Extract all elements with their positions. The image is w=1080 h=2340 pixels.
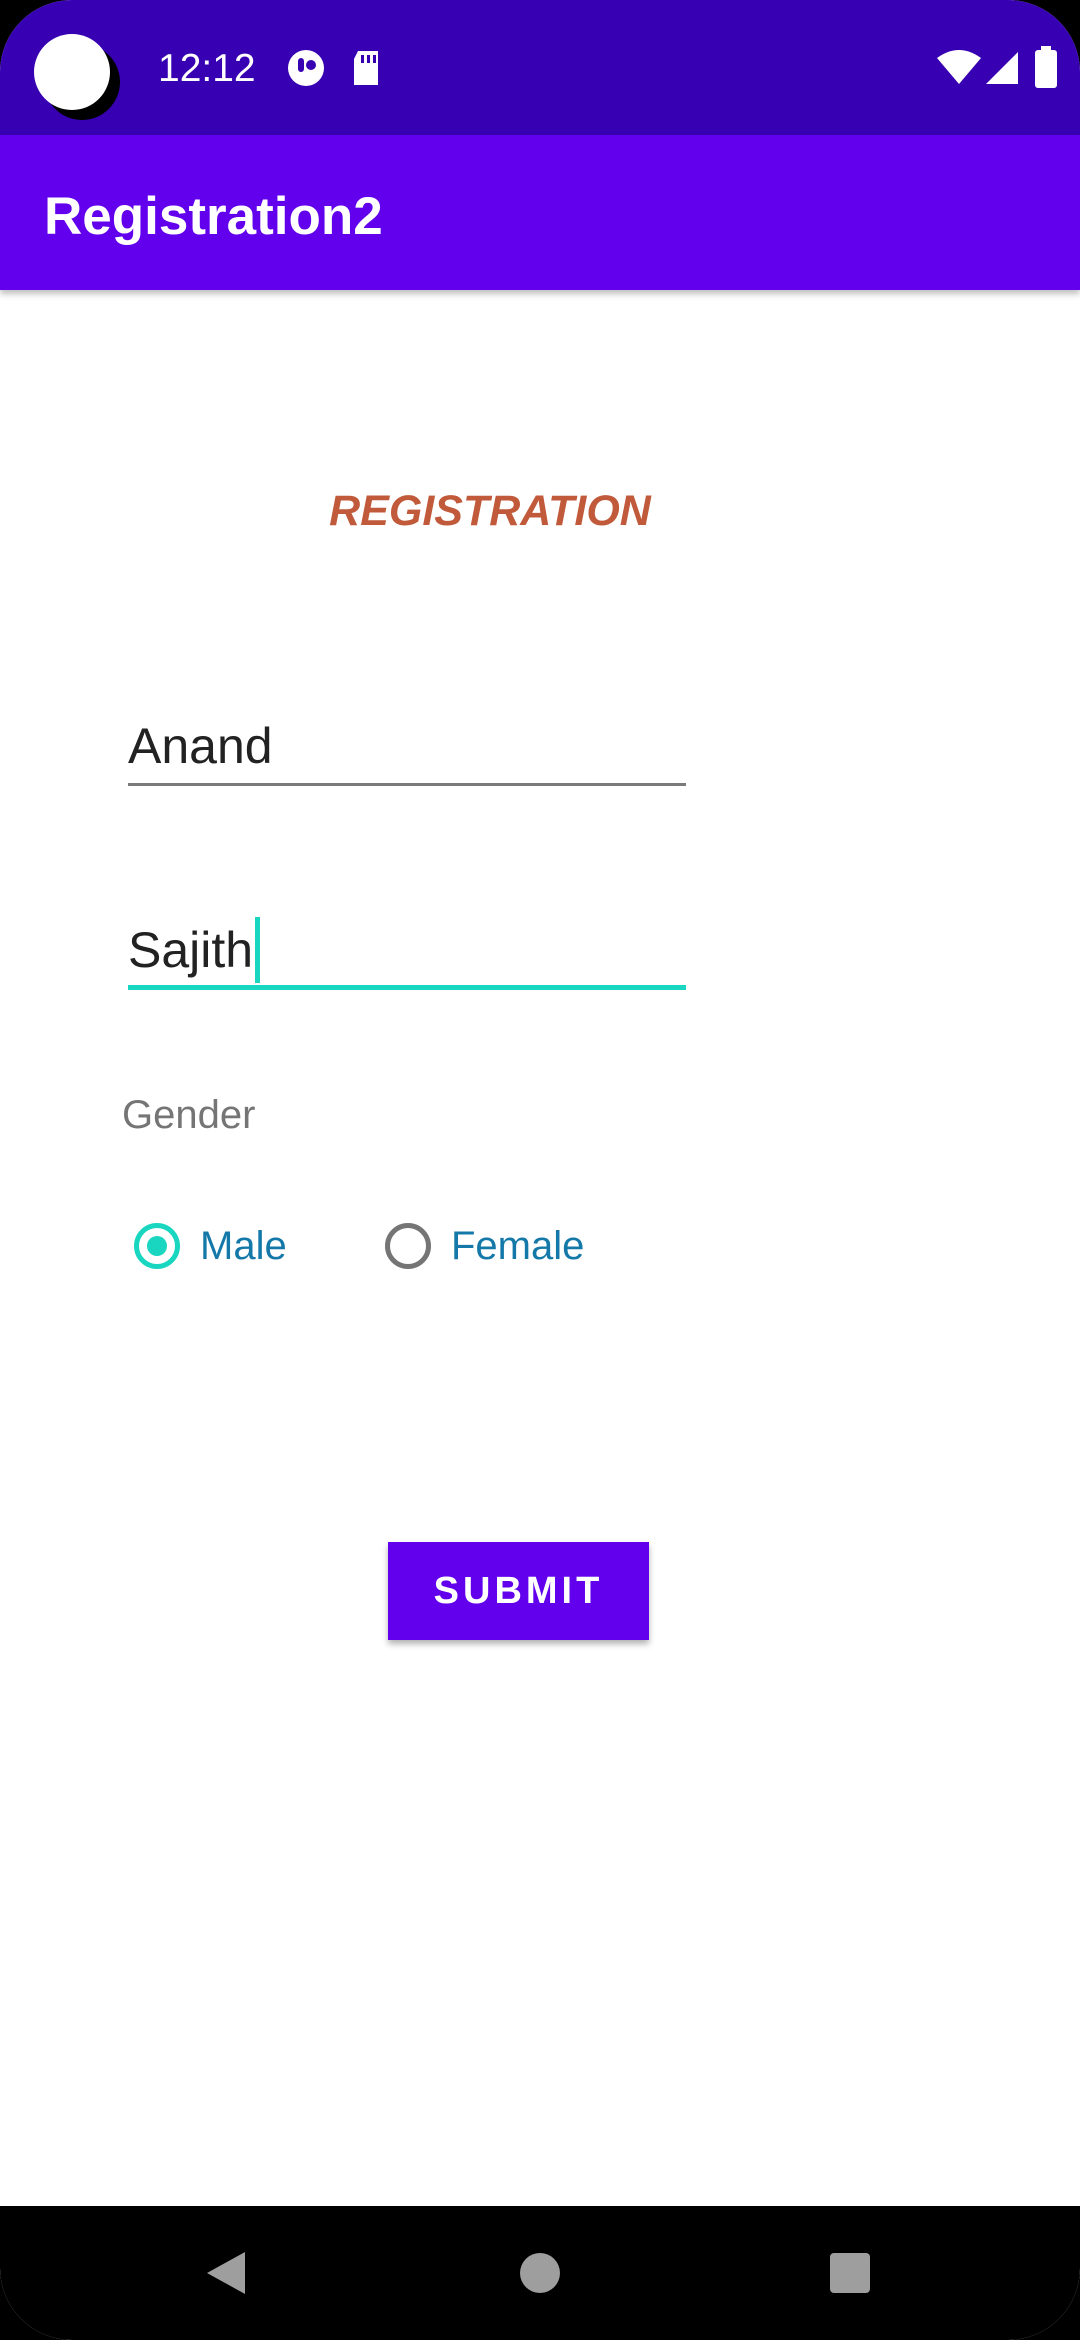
last-name-text-wrapper: Sajith — [128, 910, 261, 990]
last-name-value: Sajith — [128, 922, 254, 978]
field-underline-focused — [128, 985, 686, 990]
submit-button[interactable]: SUBMIT — [388, 1542, 649, 1640]
radio-dot — [147, 1236, 167, 1256]
cellular-signal-icon — [984, 50, 1020, 91]
app-screen: 12:12 Registration2 REGISTRATION Anand S… — [0, 0, 1080, 2340]
back-button[interactable] — [166, 2206, 286, 2340]
gender-option-label[interactable]: Male — [200, 1218, 287, 1274]
camera-cutout — [34, 34, 110, 110]
first-name-value: Anand — [128, 718, 273, 774]
gender-radio-male[interactable]: Male — [134, 1218, 287, 1274]
status-bar: 12:12 — [0, 0, 1080, 135]
recents-button[interactable] — [790, 2206, 910, 2340]
home-button[interactable] — [480, 2206, 600, 2340]
gender-radio-female[interactable]: Female — [385, 1218, 584, 1274]
last-name-field[interactable]: Sajith — [128, 910, 686, 990]
battery-icon — [1034, 46, 1058, 93]
status-time: 12:12 — [158, 47, 256, 90]
app-bar: Registration2 — [0, 135, 1080, 290]
navigation-bar — [0, 2206, 1080, 2340]
wifi-icon — [936, 50, 982, 91]
first-name-field[interactable]: Anand — [128, 706, 686, 786]
home-icon — [520, 2253, 560, 2293]
form-heading: REGISTRATION — [329, 487, 651, 535]
app-notification-icon — [286, 48, 326, 93]
app-title: Registration2 — [44, 187, 383, 246]
gender-label: Gender — [122, 1093, 256, 1137]
back-icon — [207, 2252, 245, 2294]
recents-icon — [830, 2253, 870, 2293]
radio-checked-icon[interactable] — [134, 1223, 180, 1269]
field-underline — [128, 783, 686, 786]
gender-option-label[interactable]: Female — [451, 1218, 584, 1274]
text-cursor — [255, 916, 261, 983]
radio-unchecked-icon[interactable] — [385, 1223, 431, 1269]
sd-card-icon — [350, 48, 382, 93]
